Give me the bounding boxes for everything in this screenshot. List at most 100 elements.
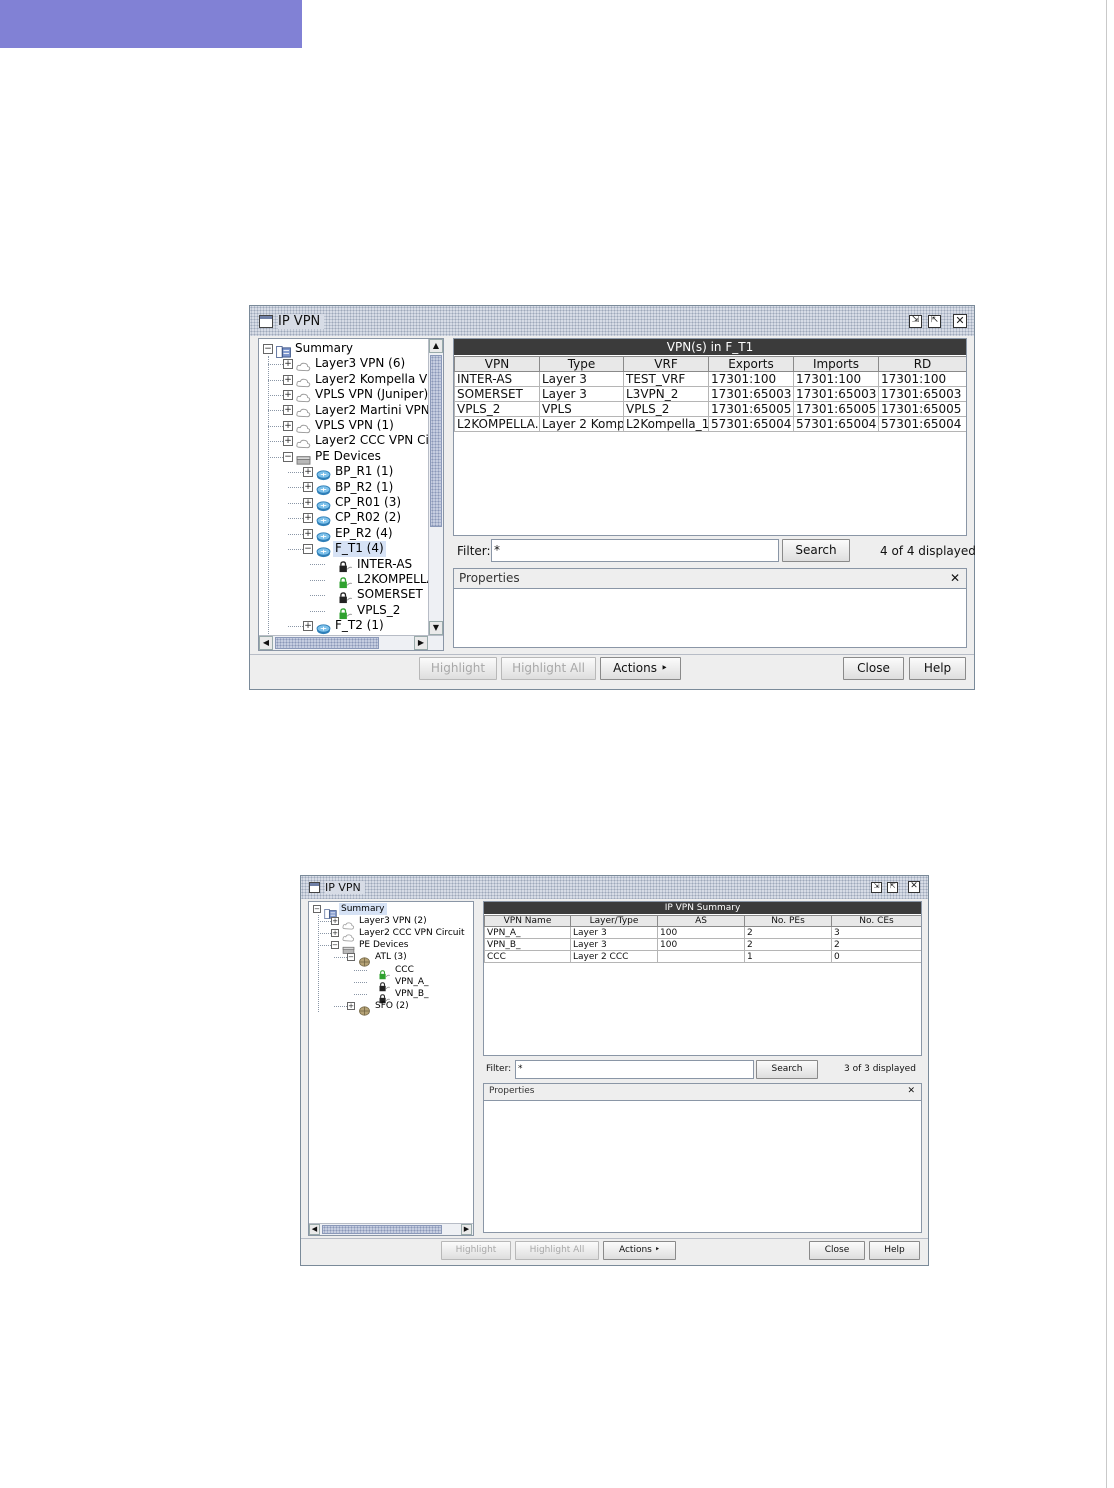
help-button[interactable]: Help: [869, 1241, 920, 1260]
column-header[interactable]: Imports: [793, 356, 879, 372]
tree-node[interactable]: INTER-AS: [355, 557, 414, 572]
expand-icon[interactable]: +: [303, 528, 313, 539]
expand-icon[interactable]: +: [303, 497, 313, 508]
tree-node[interactable]: PE Devices: [357, 939, 410, 951]
expand-icon[interactable]: +: [303, 466, 313, 477]
tree-node[interactable]: Layer2 Martini VPN C: [313, 403, 443, 418]
tree-vertical-scrollbar[interactable]: ▲ ▼: [428, 339, 443, 635]
table-row[interactable]: CCC Layer 2 CCC 1 0: [484, 950, 921, 963]
tree-node[interactable]: CP_R02 (2): [333, 510, 403, 525]
table-row[interactable]: INTER-AS Layer 3 TEST_VRF 17301:100 17301:10…: [454, 371, 966, 387]
tree-node[interactable]: F_T2 (1): [333, 618, 386, 633]
scroll-thumb[interactable]: [430, 355, 442, 527]
tree-pane[interactable]: − Summary + Layer3 VPN (2) + Layer2 CCC VPN C…: [308, 901, 474, 1236]
tree-horizontal-scrollbar[interactable]: ◀ ▶: [309, 1223, 473, 1235]
search-button[interactable]: Search: [756, 1060, 818, 1079]
tree-node[interactable]: VPN_A_: [393, 976, 430, 988]
title-bar[interactable]: IP VPN ⇲ ⇱ ✕: [250, 306, 974, 336]
scroll-right-icon[interactable]: ▶: [414, 636, 428, 650]
close-window-icon[interactable]: ✕: [908, 881, 920, 893]
tree-node[interactable]: Summary: [293, 341, 355, 356]
tree-node[interactable]: CP_R01 (3): [333, 495, 403, 510]
column-header[interactable]: No. PEs: [744, 915, 832, 927]
maximize-icon[interactable]: ⇱: [887, 882, 898, 893]
close-button[interactable]: Close: [809, 1241, 865, 1260]
expand-icon[interactable]: +: [283, 436, 293, 447]
tree-node[interactable]: L2KOMPELLA: [355, 572, 437, 587]
actions-button[interactable]: Actions ‣: [600, 657, 681, 680]
minimize-icon[interactable]: ⇲: [909, 315, 922, 328]
highlight-button[interactable]: Highlight: [419, 657, 497, 680]
tree-node[interactable]: Summary: [339, 903, 387, 916]
tree-node[interactable]: VPN_B_: [393, 988, 431, 1000]
collapse-icon[interactable]: −: [303, 543, 313, 554]
column-header[interactable]: AS: [657, 915, 745, 927]
scroll-up-icon[interactable]: ▲: [429, 339, 443, 353]
scroll-thumb[interactable]: [275, 637, 379, 649]
tree-node[interactable]: EP_R2 (4): [333, 526, 395, 541]
column-header[interactable]: VRF: [623, 356, 709, 372]
tree-node[interactable]: Layer2 Kompella VPN: [313, 372, 443, 387]
maximize-icon[interactable]: ⇱: [928, 315, 941, 328]
tree-node[interactable]: VPLS VPN (1): [313, 418, 396, 433]
table-row[interactable]: VPN_A_ Layer 3 100 2 3: [484, 926, 921, 939]
expand-icon[interactable]: +: [283, 420, 293, 431]
tree-node[interactable]: VPLS VPN (Juniper) (: [313, 387, 439, 402]
highlight-all-button[interactable]: Highlight All: [515, 1241, 599, 1260]
tree-node[interactable]: PE Devices: [313, 449, 383, 464]
expand-icon[interactable]: +: [347, 1001, 355, 1010]
expand-icon[interactable]: +: [303, 620, 313, 631]
column-header[interactable]: Layer/Type: [570, 915, 658, 927]
tree-node[interactable]: Layer3 VPN (2): [357, 915, 429, 927]
actions-button[interactable]: Actions ‣: [603, 1241, 676, 1260]
tree-node[interactable]: Layer2 CCC VPN Circ: [313, 433, 442, 448]
column-header[interactable]: RD: [878, 356, 966, 372]
column-header[interactable]: Type: [539, 356, 624, 372]
help-button[interactable]: Help: [909, 657, 966, 680]
tree-node[interactable]: Layer3 VPN (6): [313, 356, 407, 371]
expand-icon[interactable]: +: [283, 374, 293, 385]
tree-node[interactable]: BP_R2 (1): [333, 480, 395, 495]
table-row[interactable]: L2KOMPELLA...Layer 2 Komp...L2Kompella_1…: [454, 416, 966, 432]
close-button[interactable]: Close: [843, 657, 904, 680]
filter-input[interactable]: *: [515, 1060, 754, 1079]
search-button[interactable]: Search: [782, 539, 850, 562]
expand-icon[interactable]: +: [283, 359, 293, 370]
table-row[interactable]: VPLS_2 VPLS VPLS_2 17301:65005 17301:65005 17…: [454, 401, 966, 417]
expand-icon[interactable]: +: [331, 929, 339, 938]
tree-node[interactable]: F_T1 (4): [333, 541, 386, 557]
tree-node[interactable]: Layer2 CCC VPN Circuit: [357, 927, 467, 939]
column-header[interactable]: VPN Name: [484, 915, 571, 927]
scroll-right-icon[interactable]: ▶: [461, 1224, 472, 1235]
tree-node[interactable]: ATL (3): [373, 951, 409, 963]
tree-node[interactable]: SFO (2): [373, 1000, 411, 1012]
tree-node[interactable]: BP_R1 (1): [333, 464, 395, 479]
column-header[interactable]: Exports: [708, 356, 794, 372]
collapse-icon[interactable]: −: [331, 941, 339, 950]
tree-node[interactable]: SOMERSET: [355, 587, 425, 602]
scroll-left-icon[interactable]: ◀: [259, 636, 273, 650]
scroll-left-icon[interactable]: ◀: [309, 1224, 320, 1235]
expand-icon[interactable]: +: [303, 482, 313, 493]
expand-icon[interactable]: +: [303, 513, 313, 524]
close-properties-icon[interactable]: ✕: [950, 569, 960, 587]
tree-node[interactable]: VPLS_2: [355, 603, 402, 618]
tree-horizontal-scrollbar[interactable]: ◀ ▶: [259, 635, 443, 650]
column-header[interactable]: VPN: [454, 356, 540, 372]
highlight-button[interactable]: Highlight: [441, 1241, 511, 1260]
expand-icon[interactable]: +: [283, 389, 293, 400]
close-properties-icon[interactable]: ✕: [907, 1084, 915, 1099]
expand-icon[interactable]: +: [283, 405, 293, 416]
tree-pane[interactable]: − Summary + Layer3 VPN (6) + Layer2 Kompella …: [258, 338, 444, 651]
minimize-icon[interactable]: ⇲: [871, 882, 882, 893]
table-row[interactable]: VPN_B_ Layer 3 100 2 2: [484, 938, 921, 951]
close-window-icon[interactable]: ✕: [953, 314, 967, 328]
filter-input[interactable]: *: [491, 539, 779, 562]
highlight-all-button[interactable]: Highlight All: [501, 657, 596, 680]
column-header[interactable]: No. CEs: [831, 915, 921, 927]
scroll-thumb[interactable]: [322, 1225, 442, 1234]
collapse-icon[interactable]: −: [283, 451, 293, 462]
expand-icon[interactable]: +: [331, 917, 339, 926]
scroll-down-icon[interactable]: ▼: [429, 621, 443, 635]
collapse-icon[interactable]: −: [347, 953, 355, 962]
